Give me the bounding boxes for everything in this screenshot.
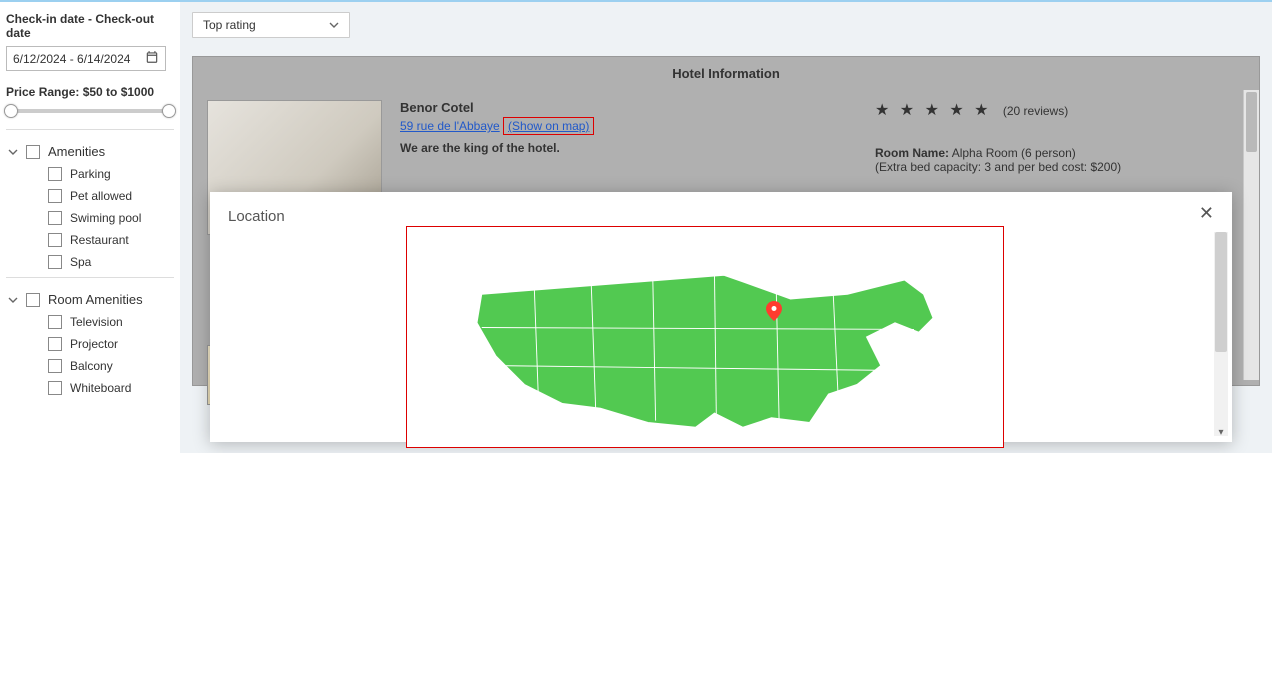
hotel-address-link[interactable]: 59 rue de l'Abbaye	[400, 119, 500, 133]
chevron-down-icon	[8, 147, 18, 157]
scrollbar-thumb[interactable]	[1215, 232, 1227, 352]
list-item[interactable]: Restaurant	[48, 229, 174, 251]
list-item[interactable]: Swiming pool	[48, 207, 174, 229]
room-amenities-list: Television Projector Balcony Whiteboard	[48, 311, 174, 399]
close-icon[interactable]: ✕	[1199, 204, 1214, 222]
divider	[6, 129, 174, 130]
room-name-label: Room Name:	[875, 146, 949, 160]
room-amenities-label: Room Amenities	[48, 292, 143, 307]
calendar-icon	[145, 50, 159, 67]
scrollbar-thumb[interactable]	[1246, 92, 1257, 152]
list-item[interactable]: Television	[48, 311, 174, 333]
checkbox[interactable]	[48, 359, 62, 373]
room-amenities-group-checkbox[interactable]	[26, 293, 40, 307]
date-range-value: 6/12/2024 - 6/14/2024	[13, 52, 130, 66]
amenities-accordion-head[interactable]: Amenities	[6, 140, 174, 163]
star-icon: ★ ★ ★ ★ ★	[875, 102, 992, 119]
room-name-row: Room Name: Alpha Room (6 person)	[875, 146, 1245, 160]
checkbox[interactable]	[48, 211, 62, 225]
amenities-list: Parking Pet allowed Swiming pool Restaur…	[48, 163, 174, 273]
app-root: Check-in date - Check-out date 6/12/2024…	[0, 0, 1272, 453]
sort-select[interactable]: Top rating	[192, 12, 350, 38]
filter-label: Parking	[70, 167, 111, 181]
amenities-group-checkbox[interactable]	[26, 145, 40, 159]
hotel-tagline: We are the king of the hotel.	[400, 141, 857, 155]
divider	[6, 277, 174, 278]
checkbox[interactable]	[48, 315, 62, 329]
filter-label: Projector	[70, 337, 118, 351]
panel-title: Hotel Information	[193, 57, 1259, 90]
modal-title: Location	[228, 208, 1214, 225]
checkbox[interactable]	[48, 337, 62, 351]
price-slider-min-thumb[interactable]	[4, 104, 18, 118]
scroll-down-icon[interactable]: ▾	[1214, 427, 1228, 438]
room-name-value: Alpha Room (6 person)	[952, 146, 1076, 160]
date-range-input[interactable]: 6/12/2024 - 6/14/2024	[6, 46, 166, 71]
list-item[interactable]: Projector	[48, 333, 174, 355]
chevron-down-icon	[329, 20, 339, 30]
show-on-map-highlight: (Show on map)	[503, 117, 594, 135]
price-slider[interactable]	[10, 109, 170, 113]
list-item[interactable]: Parking	[48, 163, 174, 185]
checkbox[interactable]	[48, 167, 62, 181]
room-amenities-accordion-head[interactable]: Room Amenities	[6, 288, 174, 311]
checkbox[interactable]	[48, 233, 62, 247]
price-slider-max-thumb[interactable]	[162, 104, 176, 118]
filter-label: Swiming pool	[70, 211, 141, 225]
sort-selected-label: Top rating	[203, 18, 256, 32]
filters-sidebar: Check-in date - Check-out date 6/12/2024…	[0, 2, 180, 453]
chevron-down-icon	[8, 295, 18, 305]
rating-row: ★ ★ ★ ★ ★ (20 reviews)	[875, 100, 1245, 120]
location-modal: Location ✕	[210, 192, 1232, 442]
checkbox[interactable]	[48, 381, 62, 395]
list-item[interactable]: Pet allowed	[48, 185, 174, 207]
list-item[interactable]: Whiteboard	[48, 377, 174, 399]
hotel-links: 59 rue de l'Abbaye (Show on map)	[400, 119, 857, 133]
show-on-map-link[interactable]: (Show on map)	[508, 119, 589, 133]
list-scrollbar[interactable]	[1243, 90, 1259, 380]
reviews-count: (20 reviews)	[1003, 104, 1068, 118]
hotel-name: Benor Cotel	[400, 100, 857, 115]
filter-label: Spa	[70, 255, 91, 269]
filter-label: Television	[70, 315, 123, 329]
filter-label: Whiteboard	[70, 381, 131, 395]
price-heading: Price Range: $50 to $1000	[6, 85, 174, 99]
list-item[interactable]: Spa	[48, 251, 174, 273]
filter-label: Pet allowed	[70, 189, 132, 203]
us-map	[445, 242, 965, 432]
checkbox[interactable]	[48, 255, 62, 269]
map-container[interactable]	[406, 226, 1004, 448]
checkbox[interactable]	[48, 189, 62, 203]
date-heading: Check-in date - Check-out date	[6, 12, 174, 40]
extra-bed-row: (Extra bed capacity: 3 and per bed cost:…	[875, 160, 1245, 174]
modal-scrollbar[interactable]: ▾	[1214, 232, 1228, 436]
map-pin-icon	[766, 301, 782, 321]
filter-label: Restaurant	[70, 233, 129, 247]
amenities-label: Amenities	[48, 144, 105, 159]
filter-label: Balcony	[70, 359, 113, 373]
list-item[interactable]: Balcony	[48, 355, 174, 377]
main-content: Top rating Hotel Information Benor Cotel…	[180, 2, 1272, 453]
